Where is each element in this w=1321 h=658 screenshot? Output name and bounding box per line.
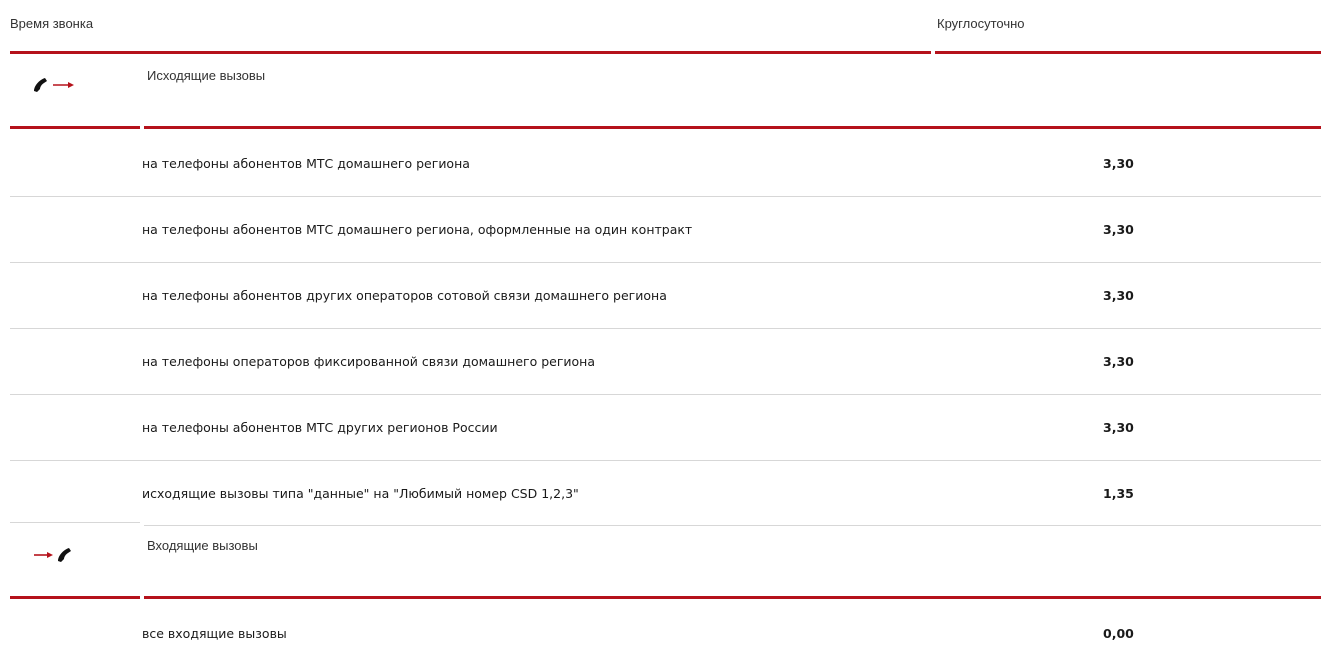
- row-divider: [10, 328, 1321, 329]
- incoming-section-title: Входящие вызовы: [147, 538, 258, 553]
- incoming-row-price: 0,00: [1103, 626, 1134, 641]
- outgoing-row-label: на телефоны абонентов МТС домашнего реги…: [142, 222, 693, 237]
- incoming-row-label: все входящие вызовы: [142, 626, 287, 641]
- outgoing-row-label: на телефоны абонентов других операторов …: [142, 288, 667, 303]
- row-divider: [10, 262, 1321, 263]
- outgoing-section-title: Исходящие вызовы: [147, 68, 266, 83]
- outgoing-row-price: 3,30: [1103, 420, 1134, 435]
- outgoing-row-price: 1,35: [1103, 486, 1134, 501]
- row-divider: [10, 196, 1321, 197]
- row-divider: [10, 394, 1321, 395]
- outgoing-divider-left: [10, 126, 140, 129]
- outgoing-call-icon: [34, 78, 74, 92]
- incoming-divider-left: [10, 596, 140, 599]
- period-column-header: Круглосуточно: [937, 16, 1025, 31]
- outgoing-row-label: исходящие вызовы типа "данные" на "Любим…: [142, 486, 579, 501]
- outgoing-row-label: на телефоны операторов фиксированной свя…: [142, 354, 595, 369]
- time-column-header: Время звонка: [10, 16, 94, 31]
- outgoing-row-price: 3,30: [1103, 156, 1134, 171]
- outgoing-row-label: на телефоны абонентов МТС домашнего реги…: [142, 156, 470, 171]
- row-divider: [10, 460, 1321, 461]
- outgoing-row-price: 3,30: [1103, 354, 1134, 369]
- header-divider-left: [10, 51, 931, 54]
- outgoing-row-price: 3,30: [1103, 288, 1134, 303]
- incoming-call-icon: [34, 548, 71, 562]
- incoming-divider-right: [144, 596, 1321, 599]
- outgoing-row-label: на телефоны абонентов МТС других регионо…: [142, 420, 498, 435]
- row-divider-right: [144, 525, 1321, 526]
- outgoing-divider-right: [144, 126, 1321, 129]
- outgoing-row-price: 3,30: [1103, 222, 1134, 237]
- header-divider-right: [935, 51, 1321, 54]
- row-divider-left: [10, 522, 140, 523]
